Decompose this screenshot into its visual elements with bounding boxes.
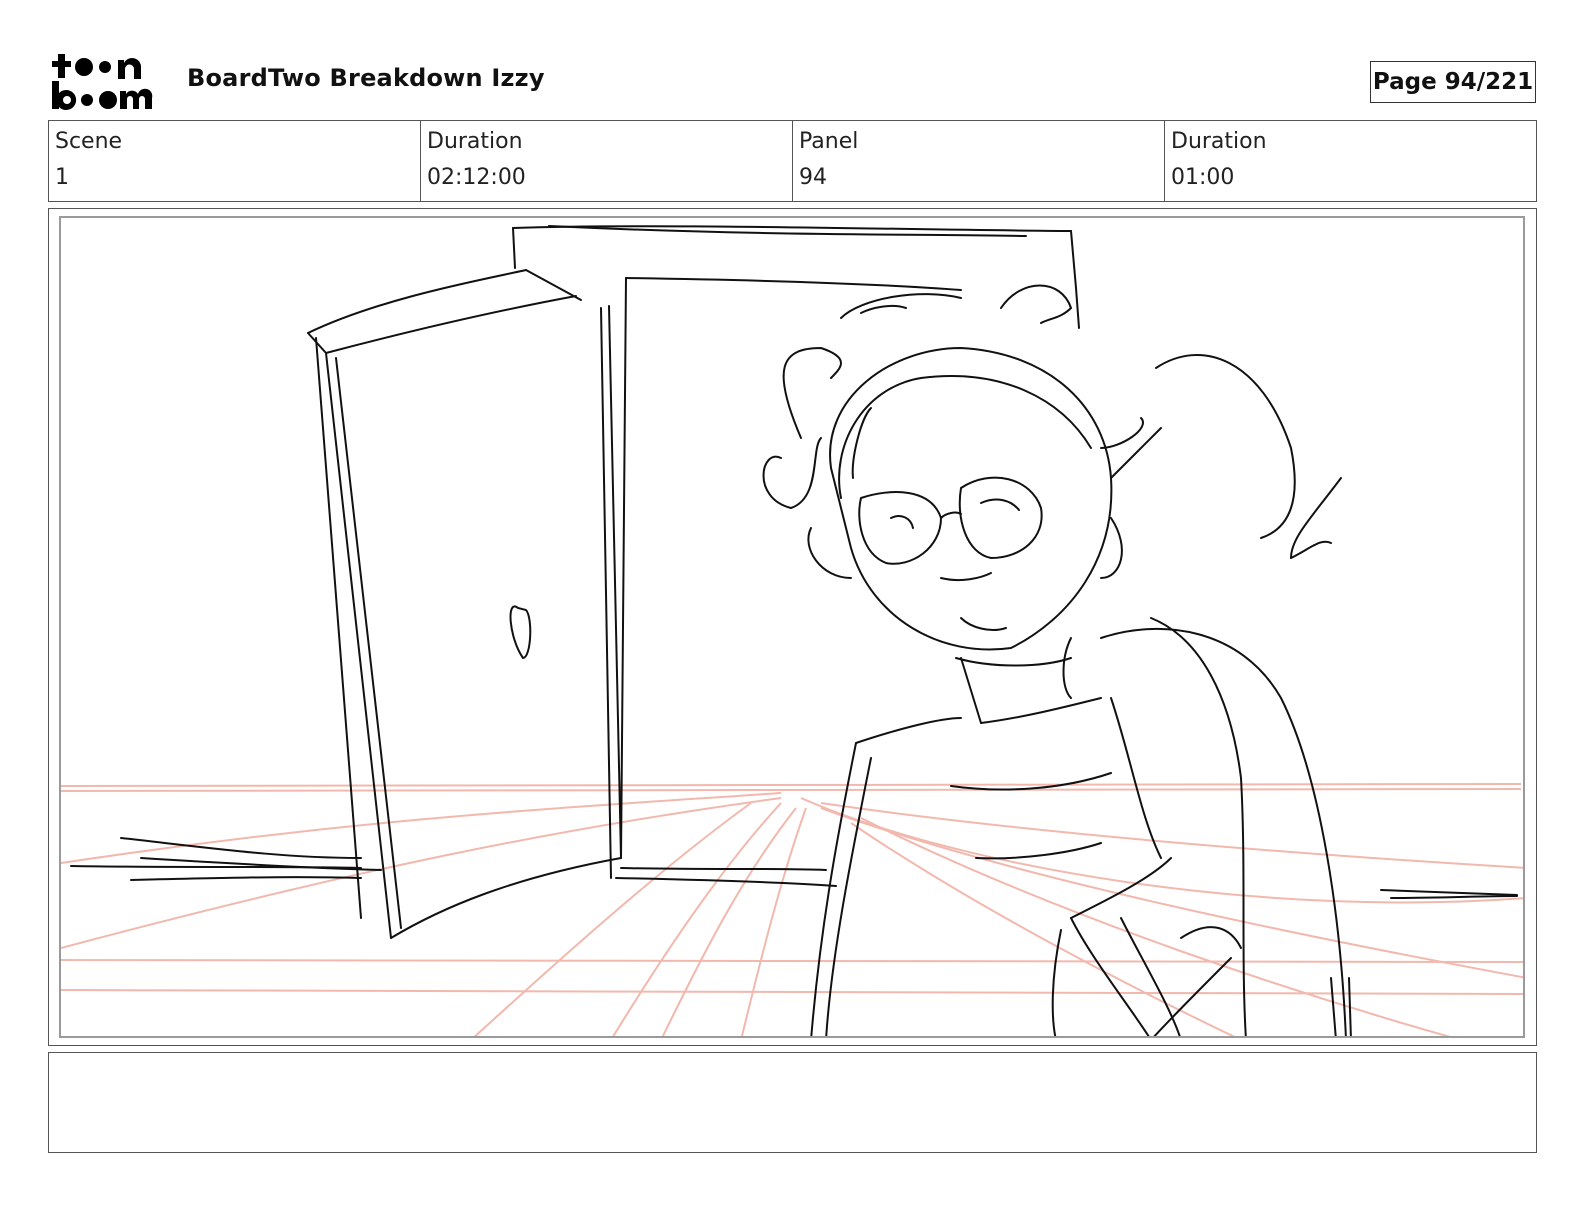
panel-label: Panel — [799, 129, 859, 154]
panel-info-table: Scene 1 Duration 02:12:00 Panel 94 Durat… — [48, 120, 1537, 202]
page-value: 94/221 — [1444, 69, 1534, 95]
scene-duration-cell: Duration 02:12:00 — [421, 121, 793, 201]
perspective-lines — [61, 783, 1523, 1036]
panel-duration-label: Duration — [1171, 129, 1267, 154]
scene-duration-value: 02:12:00 — [427, 165, 526, 190]
storyboard-panel-frame — [48, 208, 1537, 1046]
panel-duration-cell: Duration 01:00 — [1165, 121, 1536, 201]
panel-value: 94 — [799, 165, 827, 190]
scene-duration-label: Duration — [427, 129, 523, 154]
scene-label: Scene — [55, 129, 123, 154]
panel-cell: Panel 94 — [793, 121, 1165, 201]
sketch-lines — [70, 225, 1518, 1036]
page-indicator: Page 94/221 — [1370, 61, 1536, 103]
panel-notes-box — [48, 1052, 1537, 1153]
scene-cell: Scene 1 — [49, 121, 421, 201]
storyboard-panel-image — [59, 216, 1525, 1038]
document-title: BoardTwo Breakdown Izzy — [187, 64, 545, 92]
scene-value: 1 — [55, 165, 69, 190]
sketch-drawing — [61, 225, 1523, 1036]
toonboom-logo — [52, 54, 153, 111]
panel-duration-value: 01:00 — [1171, 165, 1235, 190]
page-label: Page — [1372, 69, 1437, 95]
